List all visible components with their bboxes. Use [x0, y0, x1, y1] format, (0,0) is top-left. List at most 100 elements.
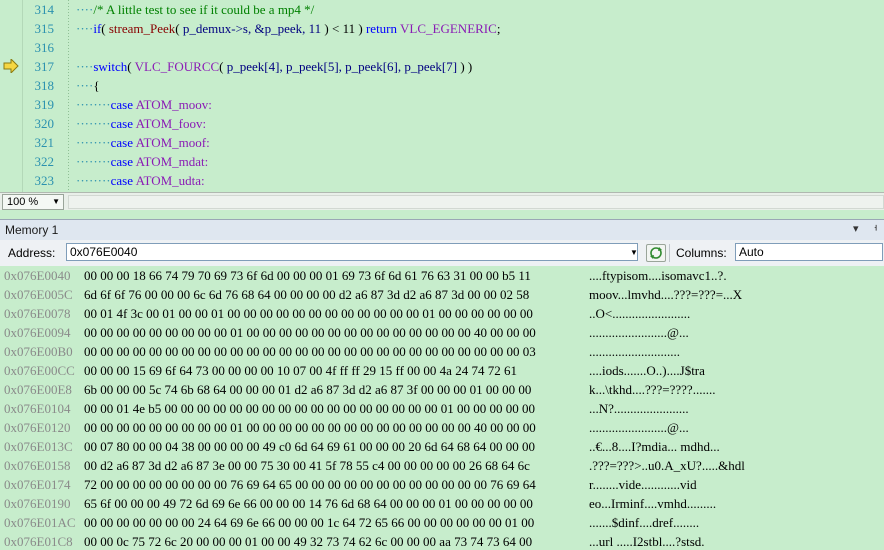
keyword-case: case: [110, 135, 134, 150]
current-statement-arrow-icon: [3, 59, 19, 73]
zoom-value: 100 %: [7, 196, 39, 208]
memory-hex-bytes[interactable]: 00 d2 a6 87 3d d2 a6 87 3e 00 00 75 30 0…: [84, 456, 530, 475]
toolbar-separator: [669, 244, 670, 262]
memory-ascii[interactable]: .......$dinf....dref........: [589, 513, 699, 532]
keyword-if: if: [93, 21, 102, 36]
memory-address: 0x076E01C8: [4, 534, 73, 549]
line-number: 321: [34, 135, 55, 150]
memory-address: 0x076E00CC: [4, 363, 75, 378]
memory-ascii[interactable]: ..€...8....I?mdia... mdhd...: [589, 437, 720, 456]
memory-hex-bytes[interactable]: 6d 6f 6f 76 00 00 00 6c 6d 76 68 64 00 0…: [84, 285, 529, 304]
memory-ascii[interactable]: ........................@...: [589, 418, 689, 437]
case-label: ATOM_foov:: [135, 116, 207, 131]
memory-hex-bytes[interactable]: 00 00 00 00 00 00 00 24 64 69 6e 66 00 0…: [84, 513, 534, 532]
memory-hex-bytes[interactable]: 00 00 00 00 00 00 00 00 00 00 00 00 00 0…: [84, 342, 536, 361]
memory-address: 0x076E005C: [4, 287, 73, 302]
case-label: ATOM_mdat:: [135, 154, 209, 169]
line-number: 317: [34, 59, 55, 74]
memory-ascii[interactable]: .???=???>..u0.A_xU?.....&hdl: [589, 456, 745, 475]
memory-address: 0x076E00B0: [4, 344, 73, 359]
keyword-case: case: [110, 154, 134, 169]
memory-ascii[interactable]: ...N?.......................: [589, 399, 689, 418]
memory-hex-bytes[interactable]: 00 00 00 15 69 6f 64 73 00 00 00 00 10 0…: [84, 361, 517, 380]
call-arguments: p_peek[4], p_peek[5], p_peek[6], p_peek[…: [223, 59, 461, 74]
memory-hex-bytes[interactable]: 00 00 00 18 66 74 79 70 69 73 6f 6d 00 0…: [84, 266, 531, 285]
memory-ascii[interactable]: ....iods.......O..)....J$tra: [589, 361, 705, 380]
code-expression: < 11: [328, 21, 359, 36]
keyword-case: case: [110, 173, 134, 188]
chevron-down-icon[interactable]: ▼: [630, 248, 638, 257]
code-line[interactable]: ····/* A little test to see if it could …: [76, 0, 314, 19]
memory-hex-bytes[interactable]: 6b 00 00 00 5c 74 6b 68 64 00 00 00 01 d…: [84, 380, 531, 399]
line-number: 314: [34, 2, 55, 17]
address-label: Address:: [8, 246, 56, 260]
chevron-down-icon: ▼: [52, 197, 60, 206]
memory-hex-bytes[interactable]: 00 00 0c 75 72 6c 20 00 00 00 01 00 00 4…: [84, 532, 532, 550]
columns-value: Auto: [739, 245, 764, 259]
memory-ascii[interactable]: eo...Irminf....vmhd.........: [589, 494, 716, 513]
window-title: Memory 1: [5, 223, 59, 237]
memory-address: 0x076E0040: [4, 268, 71, 283]
case-label: ATOM_udta:: [135, 173, 205, 188]
line-numbers: 314 315 316 317 318 319 320 321 322 323: [22, 0, 60, 192]
keyword-case: case: [110, 97, 134, 112]
zoom-select[interactable]: 100 % ▼: [2, 194, 64, 210]
macro-name: VLC_EGENERIC: [400, 21, 497, 36]
memory-address: 0x076E0158: [4, 458, 71, 473]
memory-hex-bytes[interactable]: 00 00 00 00 00 00 00 00 00 01 00 00 00 0…: [84, 323, 536, 342]
breakpoint-margin[interactable]: [0, 0, 23, 192]
memory-hex-bytes[interactable]: 00 01 4f 3c 00 01 00 00 01 00 00 00 00 0…: [84, 304, 533, 323]
address-input[interactable]: 0x076E0040: [66, 243, 638, 261]
memory-hex-bytes[interactable]: 00 07 80 00 00 04 38 00 00 00 00 49 c0 6…: [84, 437, 535, 456]
memory-hex-bytes[interactable]: 72 00 00 00 00 00 00 00 00 76 69 64 65 0…: [84, 475, 536, 494]
memory-address: 0x076E013C: [4, 439, 73, 454]
line-number: 320: [34, 116, 55, 131]
code-line[interactable]: ········case ATOM_udta:: [76, 171, 205, 190]
memory-ascii[interactable]: ....ftypisom....isomavc1..?.: [589, 266, 727, 285]
code-line[interactable]: ········case ATOM_mdat:: [76, 152, 208, 171]
columns-input[interactable]: Auto: [735, 243, 883, 261]
memory-ascii[interactable]: ........................@...: [589, 323, 689, 342]
code-line[interactable]: ········case ATOM_moof:: [76, 133, 210, 152]
memory-ascii[interactable]: ..O<........................: [589, 304, 690, 323]
memory-ascii[interactable]: k...\tkhd....???=????.......: [589, 380, 715, 399]
code-line[interactable]: ····if( stream_Peek( p_demux->s, &p_peek…: [76, 19, 500, 38]
memory-address: 0x076E0120: [4, 420, 71, 435]
memory-hex-bytes[interactable]: 65 6f 00 00 00 49 72 6d 69 6e 66 00 00 0…: [84, 494, 533, 513]
memory-ascii[interactable]: moov...lmvhd....???=???=...X: [589, 285, 742, 304]
keyword-switch: switch: [93, 59, 128, 74]
case-label: ATOM_moov:: [135, 97, 212, 112]
memory-hex-bytes[interactable]: 00 00 01 4e b5 00 00 00 00 00 00 00 00 0…: [84, 399, 535, 418]
code-editor[interactable]: 314 315 316 317 318 319 320 321 322 323 …: [0, 0, 884, 192]
memory-address: 0x076E0078: [4, 306, 71, 321]
horizontal-scrollbar[interactable]: [68, 195, 884, 209]
memory-address: 0x076E0104: [4, 401, 71, 416]
address-value: 0x076E0040: [70, 245, 138, 259]
code-line[interactable]: ········case ATOM_foov:: [76, 114, 206, 133]
memory-toolbar: Address: 0x076E0040 ▼ Columns: Auto: [0, 240, 884, 267]
line-number: 315: [34, 21, 55, 36]
memory-address: 0x076E0174: [4, 477, 71, 492]
memory-address: 0x076E0190: [4, 496, 71, 511]
pin-icon[interactable]: ᅥ: [868, 222, 878, 238]
keyword-case: case: [110, 116, 134, 131]
code-comment: /* A little test to see if it could be a…: [93, 2, 315, 17]
memory-hex-bytes[interactable]: 00 00 00 00 00 00 00 00 00 01 00 00 00 0…: [84, 418, 536, 437]
outline-margin: [68, 0, 69, 192]
memory-ascii[interactable]: ...url .....I2stbl....?stsd.: [589, 532, 705, 550]
macro-name: VLC_FOURCC: [134, 59, 220, 74]
columns-label: Columns:: [676, 246, 727, 260]
code-brace: {: [93, 78, 100, 93]
reevaluate-icon[interactable]: [646, 244, 666, 262]
code-line-current[interactable]: ····switch( VLC_FOURCC( p_peek[4], p_pee…: [76, 57, 472, 76]
dropdown-arrow-icon[interactable]: ▾: [853, 222, 859, 235]
line-number: 318: [34, 78, 55, 93]
memory-window-titlebar[interactable]: Memory 1 ▾ ᅥ: [0, 219, 884, 240]
line-number: 319: [34, 97, 55, 112]
memory-view[interactable]: 0x076E0040 00 00 00 18 66 74 79 70 69 73 …: [0, 266, 884, 550]
code-line[interactable]: ········case ATOM_moov:: [76, 95, 212, 114]
memory-ascii[interactable]: ............................: [589, 342, 680, 361]
function-call: stream_Peek: [108, 21, 176, 36]
code-line[interactable]: ····{: [76, 76, 100, 95]
memory-ascii[interactable]: r........vide............vid: [589, 475, 697, 494]
